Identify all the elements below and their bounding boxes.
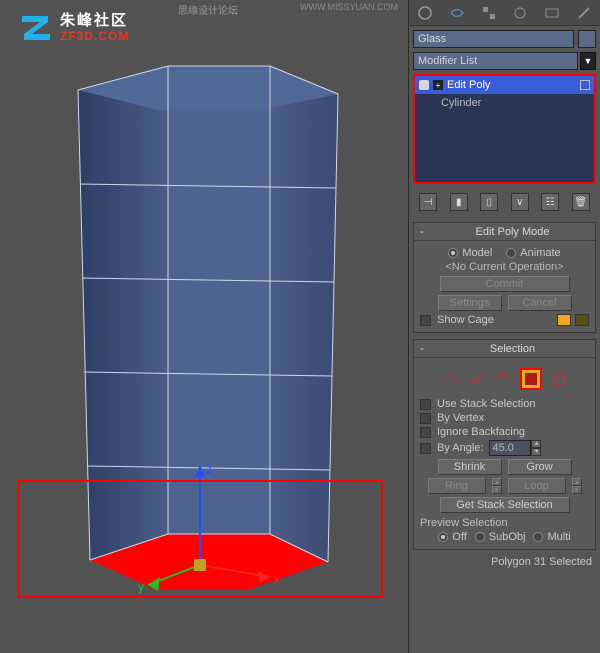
- angle-spinner[interactable]: ▲▼: [489, 440, 541, 456]
- object-color-swatch[interactable]: [578, 30, 596, 48]
- modifier-stack-edit-poly[interactable]: + Edit Poly: [415, 76, 594, 94]
- model-radio[interactable]: Model: [448, 247, 492, 259]
- modifier-stack[interactable]: + Edit Poly Cylinder: [413, 74, 596, 184]
- show-cage-label: Show Cage: [437, 314, 494, 326]
- svg-text:z: z: [206, 462, 212, 476]
- stack-toolbar: ⊣ ▮ ▯ ∨ ☷ 🗑: [413, 188, 596, 216]
- panel-tabs: [409, 0, 600, 26]
- by-vertex-checkbox[interactable]: [420, 413, 431, 424]
- hierarchy-tab-icon[interactable]: [480, 4, 498, 22]
- selection-status: Polygon 31 Selected: [409, 552, 600, 572]
- modifier-stack-cylinder[interactable]: Cylinder: [415, 94, 594, 112]
- current-operation-label: <No Current Operation>: [420, 261, 589, 273]
- viewport-3d[interactable]: 朱峰社区 ZF3D.COM: [0, 0, 410, 653]
- use-stack-selection-checkbox[interactable]: [420, 399, 431, 410]
- preview-selection-label: Preview Selection: [420, 517, 589, 529]
- expand-icon[interactable]: +: [433, 80, 443, 90]
- collapse-icon[interactable]: -: [414, 343, 430, 355]
- rollup-header[interactable]: - Edit Poly Mode: [414, 223, 595, 241]
- vertex-subobj-icon[interactable]: [442, 370, 460, 388]
- selection-rollup: - Selection Use Stack Selection By Verte…: [413, 339, 596, 550]
- logo-text-en: ZF3D.COM: [60, 30, 129, 43]
- create-tab-icon[interactable]: [416, 4, 434, 22]
- border-subobj-icon[interactable]: [494, 370, 512, 388]
- make-unique-icon[interactable]: ▯: [480, 193, 498, 211]
- configure-sets-icon[interactable]: ☷: [541, 193, 559, 211]
- ignore-backfacing-checkbox[interactable]: [420, 427, 431, 438]
- grow-button[interactable]: Grow: [508, 459, 572, 475]
- logo-watermark: 朱峰社区 ZF3D.COM: [18, 10, 129, 46]
- rollup-header[interactable]: - Selection: [414, 340, 595, 358]
- show-end-result-icon[interactable]: ▮: [450, 193, 468, 211]
- watermark-text: 思缘设计论坛: [178, 2, 238, 17]
- stack-item-label: Edit Poly: [447, 79, 490, 91]
- modifier-list-dropdown[interactable]: Modifier List: [413, 52, 578, 70]
- edge-subobj-icon[interactable]: [468, 370, 486, 388]
- cage-color-2[interactable]: [575, 314, 589, 326]
- rollup-title: Edit Poly Mode: [430, 226, 595, 238]
- loop-spinner-up[interactable]: ▲: [572, 478, 582, 486]
- cancel-button[interactable]: Cancel: [508, 295, 572, 311]
- element-subobj-icon[interactable]: [550, 370, 568, 388]
- preview-subobj-radio[interactable]: SubObj: [475, 531, 526, 543]
- spinner-down-icon[interactable]: ▼: [531, 448, 541, 456]
- spinner-up-icon[interactable]: ▲: [531, 440, 541, 448]
- command-panel: Modifier List ▼ + Edit Poly Cylinder ⊣ ▮…: [408, 0, 600, 653]
- ring-button[interactable]: Ring: [428, 478, 486, 494]
- svg-text:x: x: [274, 572, 280, 586]
- stack-end-icon: [580, 80, 590, 90]
- polygon-subobj-icon[interactable]: [520, 368, 542, 390]
- stack-item-label: Cylinder: [441, 97, 481, 109]
- by-angle-checkbox[interactable]: [420, 443, 431, 454]
- dropdown-arrow-icon[interactable]: ▼: [580, 52, 596, 70]
- motion-tab-icon[interactable]: [511, 4, 529, 22]
- shrink-button[interactable]: Shrink: [438, 459, 502, 475]
- logo-text-cn: 朱峰社区: [60, 13, 129, 30]
- ring-spinner-down[interactable]: ▼: [492, 486, 502, 494]
- modify-tab-icon[interactable]: [448, 4, 466, 22]
- logo-z-icon: [18, 10, 54, 46]
- utilities-tab-icon[interactable]: [575, 4, 593, 22]
- loop-button[interactable]: Loop: [508, 478, 566, 494]
- get-stack-selection-button[interactable]: Get Stack Selection: [440, 497, 570, 513]
- rollup-title: Selection: [430, 343, 595, 355]
- bulb-icon[interactable]: [419, 80, 429, 90]
- remove-modifier-icon[interactable]: ∨: [511, 193, 529, 211]
- svg-text:y: y: [138, 580, 144, 594]
- trash-icon[interactable]: 🗑: [572, 193, 590, 211]
- watermark-url: WWW.MISSYUAN.COM: [300, 2, 398, 12]
- pin-stack-icon[interactable]: ⊣: [419, 193, 437, 211]
- animate-radio[interactable]: Animate: [506, 247, 560, 259]
- show-cage-checkbox[interactable]: [420, 315, 431, 326]
- preview-multi-radio[interactable]: Multi: [533, 531, 570, 543]
- preview-off-radio[interactable]: Off: [438, 531, 466, 543]
- ring-spinner-up[interactable]: ▲: [492, 478, 502, 486]
- cage-color-1[interactable]: [557, 314, 571, 326]
- display-tab-icon[interactable]: [543, 4, 561, 22]
- commit-button[interactable]: Commit: [440, 276, 570, 292]
- hexagonal-prism-mesh[interactable]: z x y: [60, 50, 360, 600]
- loop-spinner-down[interactable]: ▼: [572, 486, 582, 494]
- collapse-icon[interactable]: -: [414, 226, 430, 238]
- object-name-input[interactable]: [413, 30, 574, 48]
- edit-poly-mode-rollup: - Edit Poly Mode Model Animate <No Curre…: [413, 222, 596, 333]
- settings-button[interactable]: Settings: [438, 295, 502, 311]
